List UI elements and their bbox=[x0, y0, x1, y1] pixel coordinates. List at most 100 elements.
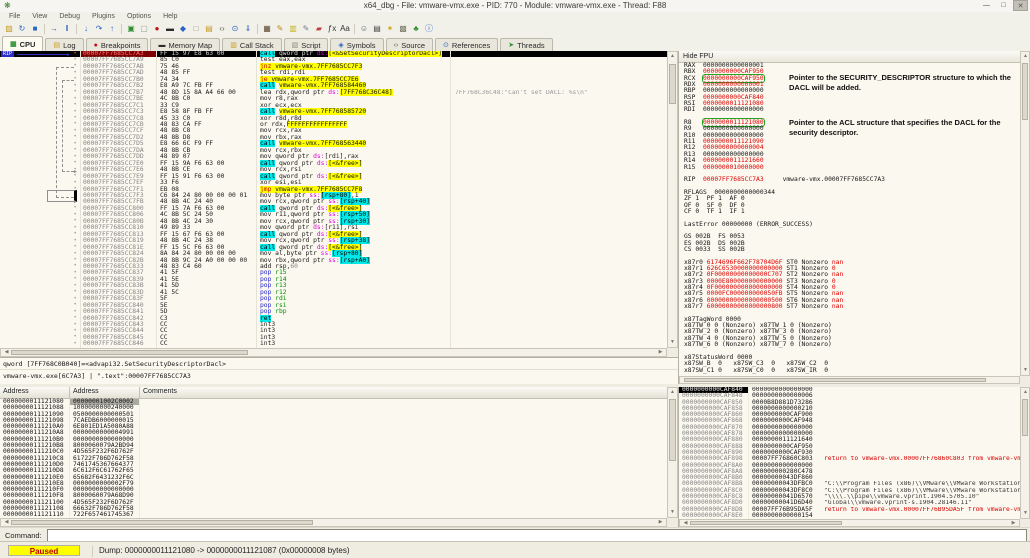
new-script-icon[interactable]: ▢ bbox=[138, 23, 150, 35]
run-icon[interactable]: → bbox=[48, 23, 60, 35]
status-bar: Paused Dump: 0000000011121080 -> 0000000… bbox=[0, 541, 1030, 558]
registers-hscrollbar[interactable] bbox=[679, 376, 1020, 384]
search-icon[interactable]: ⊙ bbox=[229, 23, 241, 35]
scroll-thumb[interactable] bbox=[11, 350, 248, 355]
log-icon[interactable]: ▤ bbox=[203, 23, 215, 35]
step-into-icon[interactable]: ↓ bbox=[80, 23, 92, 35]
disassembly-hscrollbar[interactable]: ◀ ▶ bbox=[0, 348, 667, 357]
windows-icon[interactable]: □ bbox=[190, 23, 202, 35]
tab-call-stack[interactable]: ▥Call Stack bbox=[222, 38, 281, 51]
tab-label: Breakpoints bbox=[101, 41, 141, 50]
grid-icon[interactable]: ▩ bbox=[397, 23, 409, 35]
menu-view[interactable]: View bbox=[26, 12, 53, 22]
dump-header-value[interactable]: Address bbox=[70, 387, 140, 398]
attach-icon[interactable]: ☺ bbox=[358, 23, 370, 35]
memory-dark-icon[interactable]: ▦ bbox=[261, 23, 273, 35]
download-symbols-icon[interactable]: ⇓ bbox=[242, 23, 254, 35]
breakpoint-dot-icon[interactable]: • bbox=[73, 341, 77, 347]
eraser-icon[interactable]: ▰ bbox=[313, 23, 325, 35]
breakpoints-icon[interactable]: ● bbox=[151, 23, 163, 35]
scroll-down-icon[interactable]: ▼ bbox=[668, 509, 677, 516]
patch-icon[interactable]: ✎ bbox=[274, 23, 286, 35]
memory-map-icon: ▬ bbox=[158, 42, 165, 49]
scroll-down-icon[interactable]: ▼ bbox=[1021, 367, 1030, 374]
scroll-thumb[interactable] bbox=[1022, 399, 1028, 436]
disasm-row[interactable]: •00007FF7685CC846CCint3 bbox=[0, 341, 667, 347]
source-icon[interactable]: ‹› bbox=[216, 23, 228, 35]
run-to-return-icon[interactable]: ↑ bbox=[106, 23, 118, 35]
menu-file[interactable]: File bbox=[3, 12, 26, 22]
tab-references[interactable]: ⊙References bbox=[435, 38, 498, 51]
scroll-thumb[interactable] bbox=[11, 520, 313, 525]
scroll-up-icon[interactable]: ▲ bbox=[668, 53, 677, 60]
scroll-thumb[interactable] bbox=[669, 399, 676, 461]
scroll-left-icon[interactable]: ◀ bbox=[2, 349, 11, 356]
registers-pane[interactable]: Hide FPU RAX 0000000000000001RBX 0000000… bbox=[679, 51, 1020, 376]
minimize-button[interactable]: — bbox=[979, 0, 994, 11]
pause-icon[interactable]: ‖ bbox=[61, 23, 73, 35]
lightbulb-icon[interactable]: ✶ bbox=[384, 23, 396, 35]
open-file-icon[interactable]: ▨ bbox=[3, 23, 15, 35]
execute-icon[interactable]: ▣ bbox=[125, 23, 137, 35]
tab-source[interactable]: ‹›Source bbox=[386, 38, 433, 51]
scroll-thumb[interactable] bbox=[690, 521, 842, 525]
dump-pane[interactable]: Address Address Comments 000000001112108… bbox=[0, 387, 667, 518]
scroll-up-icon[interactable]: ▲ bbox=[1021, 53, 1030, 60]
register-line[interactable]: x87SW_C1 0 x87SW_C0 0 x87SW_IR 0 bbox=[679, 368, 1020, 374]
strings-icon[interactable]: Aa bbox=[339, 23, 351, 35]
disasm-margin: • bbox=[0, 341, 81, 347]
scroll-up-icon[interactable]: ▲ bbox=[668, 389, 677, 396]
scroll-down-icon[interactable]: ▼ bbox=[668, 339, 677, 346]
scroll-up-icon[interactable]: ▲ bbox=[1021, 389, 1030, 396]
stack-pane[interactable]: 0000000000CAF840000000000000000000000000… bbox=[679, 387, 1020, 519]
tab-log[interactable]: ▤Log bbox=[45, 38, 83, 51]
scroll-thumb[interactable] bbox=[669, 64, 676, 104]
register-lines: RAX 0000000000000001RBX 0000000000CAF950… bbox=[679, 63, 1020, 374]
tab-bar: ▦CPU▤Log●Breakpoints▬Memory Map▥Call Sta… bbox=[0, 36, 1030, 51]
tab-label: References bbox=[452, 41, 490, 50]
scroll-thumb[interactable] bbox=[1022, 63, 1028, 120]
dump-vscrollbar[interactable]: ▲ ▼ bbox=[667, 387, 678, 518]
modules-icon[interactable]: ◆ bbox=[177, 23, 189, 35]
comments-icon[interactable]: ▥ bbox=[287, 23, 299, 35]
functions-icon[interactable]: ƒx bbox=[326, 23, 338, 35]
tab-cpu[interactable]: ▦CPU bbox=[2, 36, 43, 51]
scroll-left-icon[interactable]: ◀ bbox=[681, 520, 690, 527]
memory-map-icon[interactable]: ▬ bbox=[164, 23, 176, 35]
tab-threads[interactable]: ➤Threads bbox=[500, 38, 552, 51]
maximize-button[interactable]: □ bbox=[996, 0, 1011, 11]
tab-symbols[interactable]: ◈Symbols bbox=[330, 38, 383, 51]
dump-header-address[interactable]: Address bbox=[0, 387, 70, 398]
stack-hscrollbar[interactable]: ◀ ▶ bbox=[679, 519, 1020, 527]
registers-vscrollbar[interactable]: ▲ ▼ bbox=[1020, 51, 1030, 376]
disassembly-pane[interactable]: •00007FF7685CC7A3FF 15 97 E8 63 00call q… bbox=[0, 51, 667, 348]
stack-vscrollbar[interactable]: ▲ ▼ bbox=[1020, 387, 1030, 519]
tab-memory-map[interactable]: ▬Memory Map bbox=[150, 38, 220, 51]
scroll-right-icon[interactable]: ▶ bbox=[656, 349, 665, 356]
scroll-thumb[interactable] bbox=[684, 378, 986, 382]
tab-script[interactable]: ▧Script bbox=[284, 38, 329, 51]
info-icon[interactable]: ⓘ bbox=[423, 23, 435, 35]
leaf-icon[interactable]: ♣ bbox=[410, 23, 422, 35]
scroll-right-icon[interactable]: ▶ bbox=[1009, 520, 1018, 527]
scroll-down-icon[interactable]: ▼ bbox=[1021, 510, 1030, 517]
stop-debugging-icon[interactable]: ■ bbox=[29, 23, 41, 35]
dump-header-comments[interactable]: Comments bbox=[140, 387, 667, 398]
scroll-left-icon[interactable]: ◀ bbox=[2, 519, 11, 526]
menu-debug[interactable]: Debug bbox=[53, 12, 86, 22]
brush-icon[interactable]: ✎ bbox=[300, 23, 312, 35]
menu-options[interactable]: Options bbox=[121, 12, 157, 22]
breakpoint-icon: ● bbox=[94, 42, 98, 49]
step-over-icon[interactable]: ↷ bbox=[93, 23, 105, 35]
vertical-splitter[interactable] bbox=[678, 51, 679, 384]
scroll-right-icon[interactable]: ▶ bbox=[656, 519, 665, 526]
dump-hscrollbar[interactable]: ◀ ▶ bbox=[0, 518, 667, 527]
menu-help[interactable]: Help bbox=[157, 12, 183, 22]
close-button[interactable]: ✕ bbox=[1013, 0, 1028, 11]
tab-breakpoints[interactable]: ●Breakpoints bbox=[86, 38, 149, 51]
menu-plugins[interactable]: Plugins bbox=[86, 12, 121, 22]
chip-icon[interactable]: ▤ bbox=[371, 23, 383, 35]
stack-rows: 0000000000CAF840000000000000000000000000… bbox=[679, 387, 1020, 519]
restart-icon[interactable]: ↻ bbox=[16, 23, 28, 35]
disassembly-vscrollbar[interactable]: ▲ ▼ bbox=[667, 51, 678, 348]
